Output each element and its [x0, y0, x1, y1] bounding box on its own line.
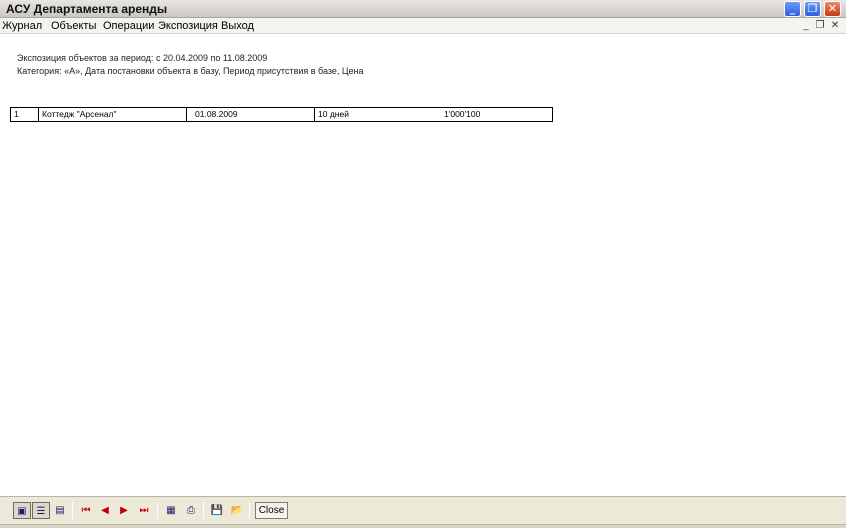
print-setup-icon[interactable]: ▦ — [162, 502, 180, 519]
list-view-icon[interactable]: ☰ — [32, 502, 50, 519]
menu-bar: Журнал Объекты Операции Экспозиция Выход… — [0, 18, 846, 34]
menu-operations[interactable]: Операции — [103, 20, 154, 32]
row-object-name: Коттедж "Арсенал" — [38, 108, 186, 121]
row-duration: 10 дней — [314, 108, 439, 121]
report-category-line: Категория: «А», Дата постановки объекта … — [17, 66, 364, 76]
open-icon[interactable]: 📂 — [228, 502, 246, 519]
prev-page-icon[interactable]: ◀ — [96, 502, 114, 519]
preview-toolbar: ▣ ☰ ▤ ⏮ ◀ ▶ ⏭ ▦ ⎙ 💾 📂 Close — [0, 496, 846, 524]
title-bar: АСУ Департамента аренды _ ❐ ✕ — [0, 0, 846, 18]
table-row: 1 Коттедж "Арсенал" 01.08.2009 10 дней 1… — [10, 107, 553, 122]
toolbar-divider — [72, 502, 73, 519]
menu-exit[interactable]: Выход — [221, 20, 254, 32]
window-title: АСУ Департамента аренды — [6, 2, 168, 16]
window-minimize-button[interactable]: _ — [784, 1, 801, 17]
two-page-view-icon[interactable]: ▤ — [51, 502, 69, 519]
last-page-icon[interactable]: ⏭ — [135, 502, 153, 519]
first-page-icon[interactable]: ⏮ — [77, 502, 95, 519]
mdi-minimize-button[interactable]: _ — [800, 19, 812, 32]
window-maximize-button[interactable]: ❐ — [804, 1, 821, 17]
save-icon[interactable]: 💾 — [208, 502, 226, 519]
menu-exposition[interactable]: Экспозиция — [158, 20, 218, 32]
close-preview-button[interactable]: Close — [255, 502, 288, 519]
toolbar-divider — [157, 502, 158, 519]
window-close-button[interactable]: ✕ — [824, 1, 841, 17]
menu-journal[interactable]: Журнал — [2, 20, 42, 32]
row-number: 1 — [14, 109, 19, 119]
menu-objects[interactable]: Объекты — [51, 20, 96, 32]
status-bar — [0, 524, 846, 528]
print-icon[interactable]: ⎙ — [182, 502, 200, 519]
toolbar-divider — [203, 502, 204, 519]
report-period-line: Экспозиция объектов за период: с 20.04.2… — [17, 53, 268, 63]
report-preview: Экспозиция объектов за период: с 20.04.2… — [0, 35, 846, 496]
toolbar-divider — [249, 502, 250, 519]
page-view-icon[interactable]: ▣ — [13, 502, 31, 519]
row-price: 1'000'100 — [444, 109, 481, 119]
mdi-close-button[interactable]: ✕ — [829, 19, 841, 32]
row-date: 01.08.2009 — [186, 108, 314, 121]
mdi-restore-button[interactable]: ❐ — [814, 19, 826, 32]
next-page-icon[interactable]: ▶ — [115, 502, 133, 519]
